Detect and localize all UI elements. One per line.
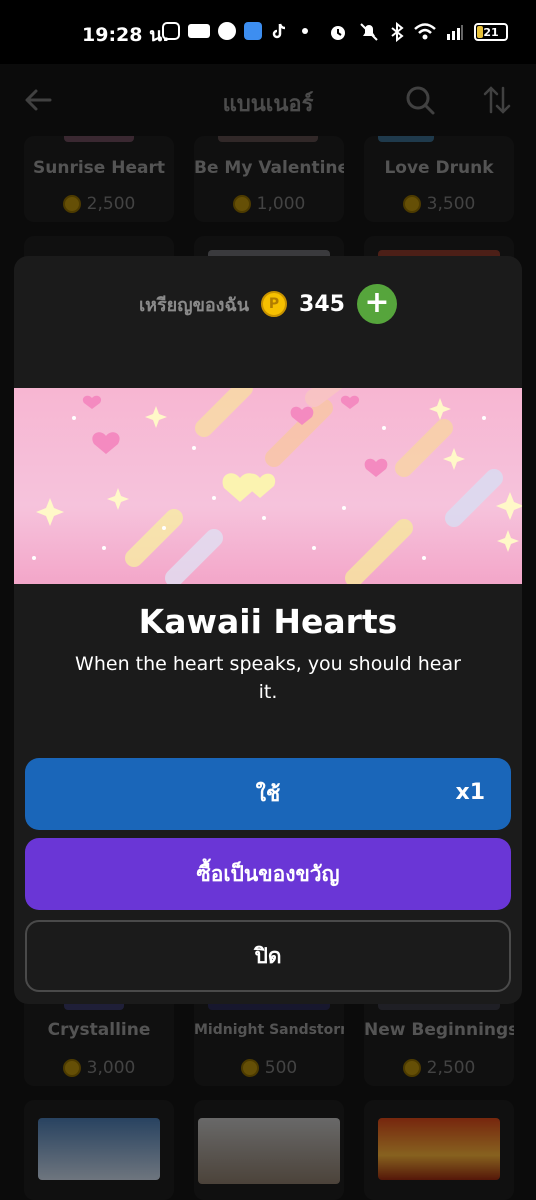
tiktok-icon [270,22,288,40]
banner-title: Kawaii Hearts [138,602,398,641]
coin-icon: P [261,291,288,317]
mute-icon [360,23,378,41]
banner-description: When the heart speaks, you should hear i… [75,653,461,703]
close-button-label: ปิด [254,943,282,968]
alarm-icon [331,26,345,40]
ngl-icon [188,24,210,38]
notification-icons [162,22,308,40]
buy-as-gift-button[interactable]: ซื้อเป็นของขวัญ [25,838,511,910]
banner-detail-modal: เหรียญของฉัน P 345 + Kawaii Hearts When … [14,256,522,1004]
add-coins-button[interactable]: + [356,284,397,324]
use-button[interactable]: ใช้ x1 [25,758,511,830]
wallet-balance: เหรียญของฉัน P 345 + [14,284,522,324]
wallet-amount: 345 [299,291,345,317]
kawaii-hearts-artwork [14,388,522,584]
use-button-label: ใช้ [255,781,281,806]
close-button[interactable]: ปิด [25,920,511,992]
instagram-icon [162,22,180,40]
system-icons: 21 [328,22,508,42]
owned-quantity: x1 [455,780,486,805]
status-time: 19:28 น. [82,24,170,46]
bluetooth-icon [391,22,404,42]
more-notifications-dot [302,28,308,34]
signal-icon [447,25,463,40]
app-icon [244,22,262,40]
banner-preview-image [14,388,522,584]
wifi-icon [414,23,436,40]
gift-button-label: ซื้อเป็นของขวัญ [196,861,340,886]
battery-indicator: 21 [474,23,508,41]
line-icon [218,22,236,40]
status-bar: 19:28 น. 21 [0,0,536,64]
wallet-label: เหรียญของฉัน [139,294,250,316]
